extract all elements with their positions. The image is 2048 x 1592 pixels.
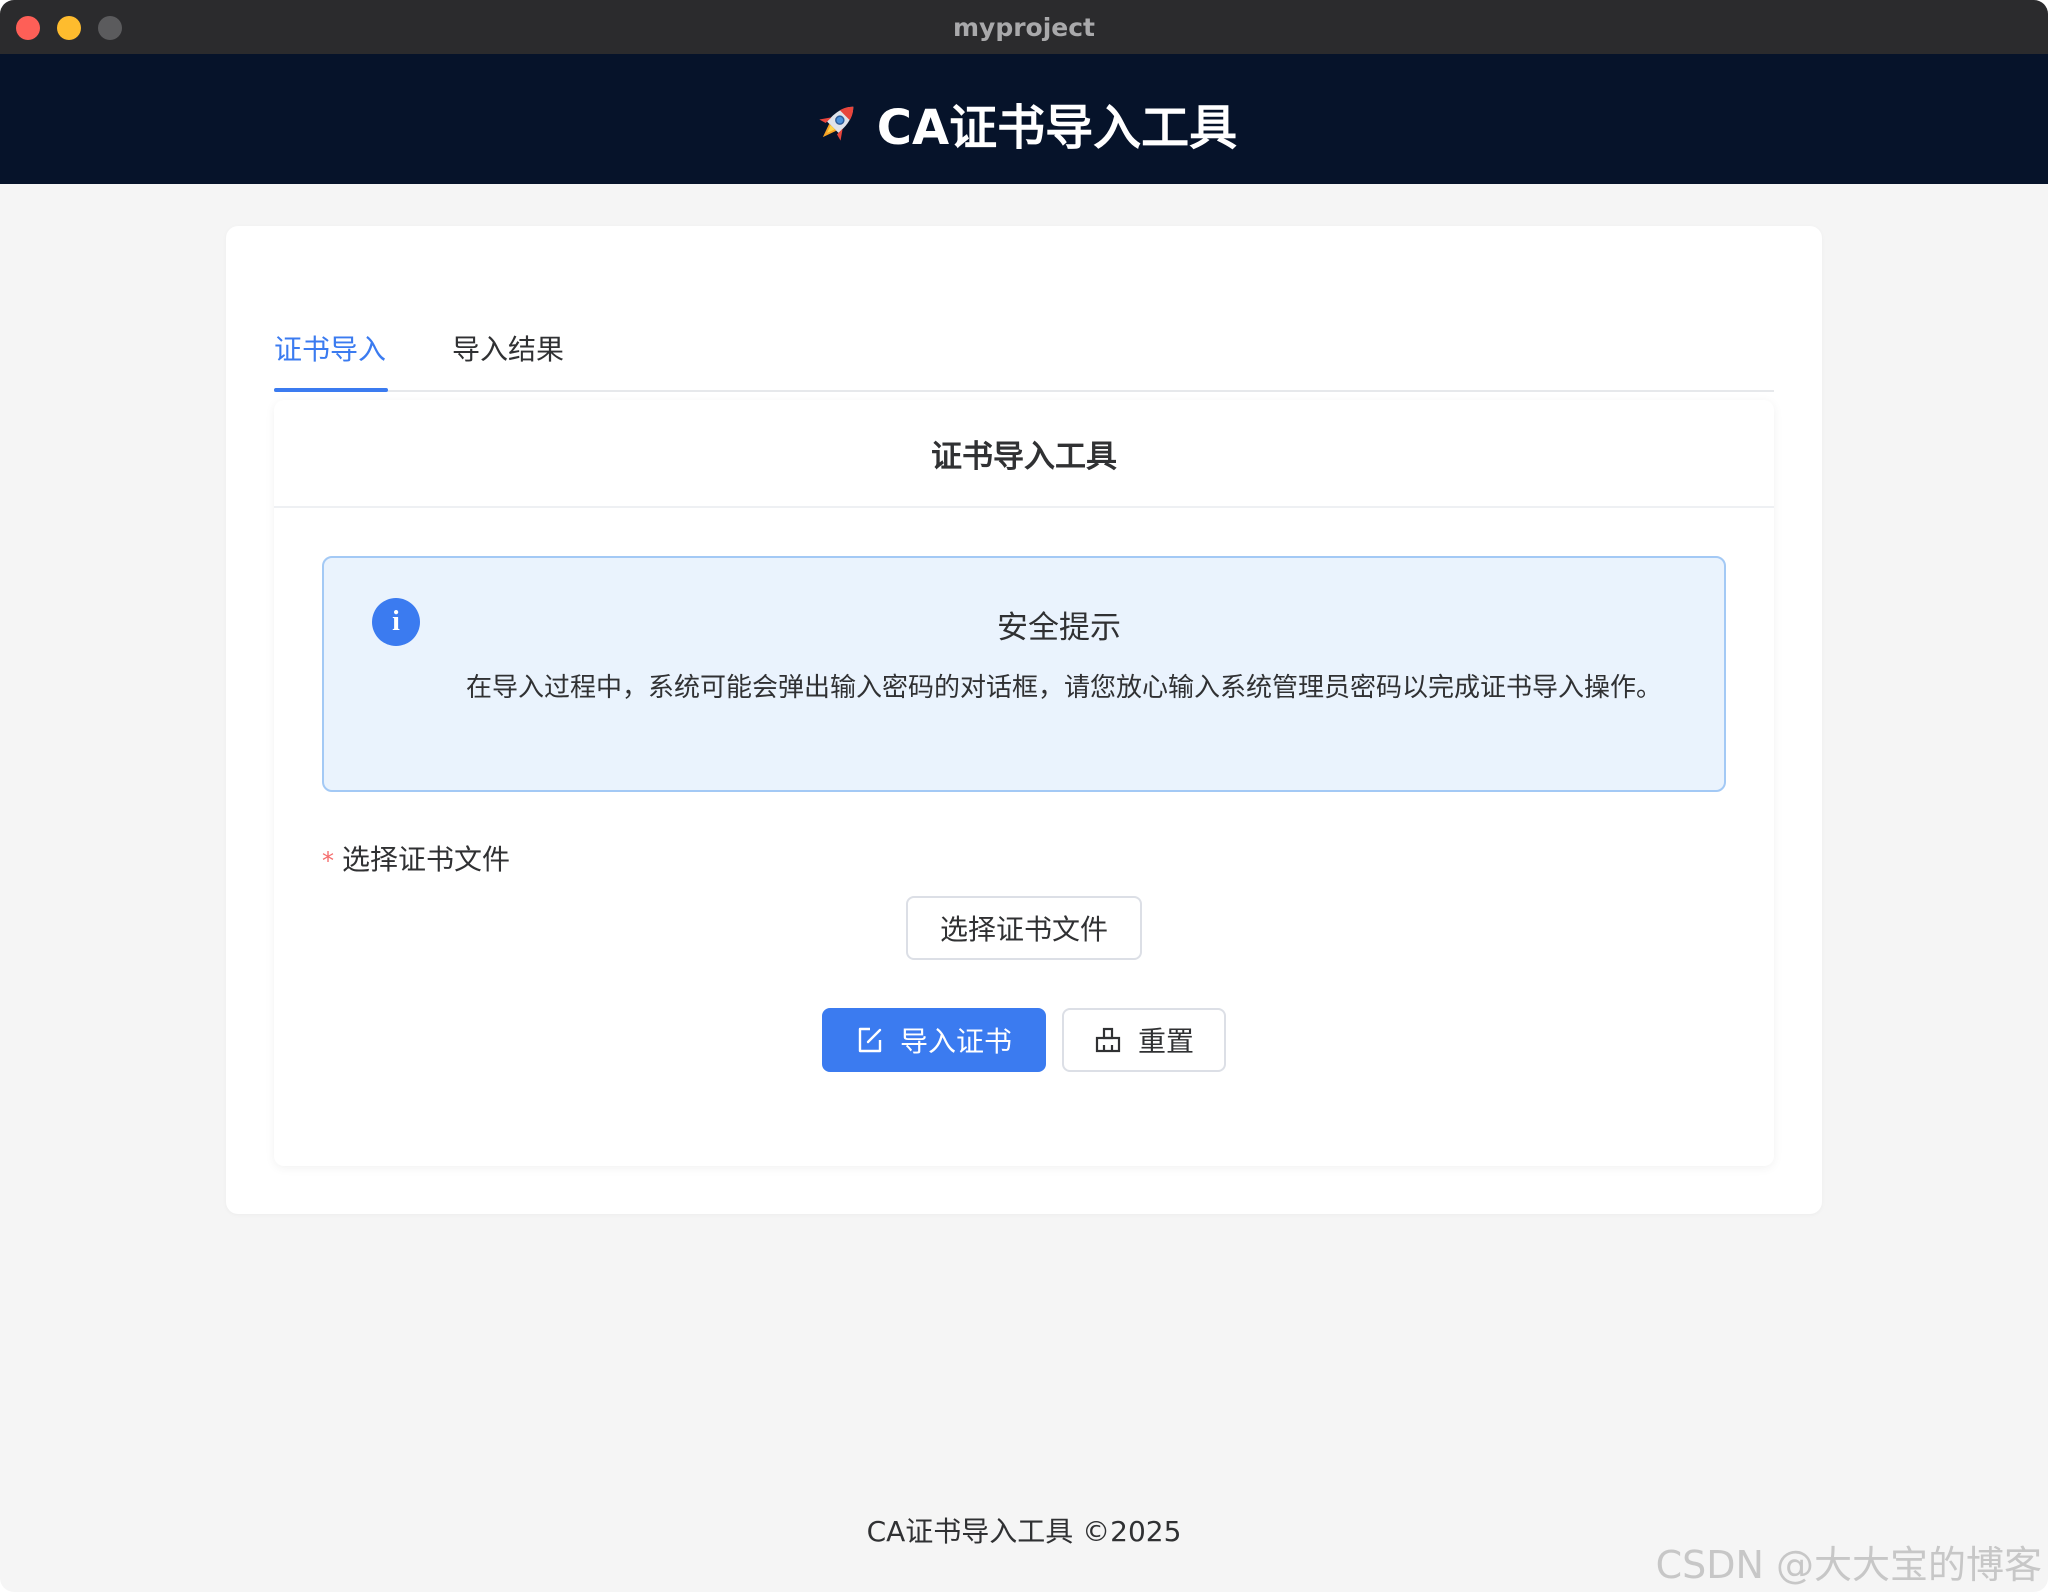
select-file-button-label: 选择证书文件 bbox=[939, 913, 1108, 946]
title-bar: myproject bbox=[0, 0, 2048, 54]
reset-button-label: 重置 bbox=[1137, 1025, 1194, 1058]
panel-header: 证书导入工具 bbox=[274, 400, 1774, 508]
alert-message: 在导入过程中，系统可能会弹出输入密码的对话框，请您放心输入系统管理员密码以完成证… bbox=[465, 673, 1662, 703]
edit-icon bbox=[856, 1026, 884, 1054]
tab-bar: 证书导入 导入结果 bbox=[274, 294, 1774, 392]
app-title: CA证书导入工具 bbox=[811, 62, 1237, 184]
panel-title: 证书导入工具 bbox=[931, 438, 1117, 475]
import-cert-button-label: 导入证书 bbox=[899, 1025, 1012, 1058]
maximize-window-button[interactable] bbox=[98, 16, 122, 40]
tab-cert-import[interactable]: 证书导入 bbox=[274, 328, 386, 368]
app-title-text: CA证书导入工具 bbox=[876, 100, 1238, 156]
app-header: CA证书导入工具 bbox=[0, 54, 2048, 184]
app-window: myproject CA证书导入工具 证书导入 导入结果 证书导入工具 i 安全… bbox=[0, 0, 2048, 1592]
import-panel: 证书导入工具 i 安全提示 在导入过程中，系统可能会弹出输入密码的对话框，请您放… bbox=[274, 400, 1774, 1166]
window-controls bbox=[16, 16, 122, 40]
required-mark: * bbox=[322, 847, 334, 875]
close-window-button[interactable] bbox=[16, 16, 40, 40]
active-tab-indicator bbox=[274, 388, 388, 392]
security-alert: i 安全提示 在导入过程中，系统可能会弹出输入密码的对话框，请您放心输入系统管理… bbox=[322, 556, 1726, 792]
watermark: CSDN @大大宝的博客 bbox=[1655, 1543, 2042, 1587]
tab-import-result[interactable]: 导入结果 bbox=[452, 328, 564, 368]
main-card: 证书导入 导入结果 证书导入工具 i 安全提示 在导入过程中，系统可能会弹出输入… bbox=[226, 226, 1822, 1214]
import-cert-button[interactable]: 导入证书 bbox=[822, 1008, 1046, 1072]
broom-icon bbox=[1094, 1026, 1122, 1054]
rocket-icon bbox=[811, 97, 863, 149]
file-field-label: * 选择证书文件 bbox=[322, 838, 510, 878]
alert-title: 安全提示 bbox=[997, 610, 1121, 646]
reset-button[interactable]: 重置 bbox=[1062, 1008, 1226, 1072]
minimize-window-button[interactable] bbox=[57, 16, 81, 40]
window-title: myproject bbox=[952, 12, 1096, 42]
select-file-button[interactable]: 选择证书文件 bbox=[906, 896, 1142, 960]
file-field-label-text: 选择证书文件 bbox=[342, 843, 511, 876]
